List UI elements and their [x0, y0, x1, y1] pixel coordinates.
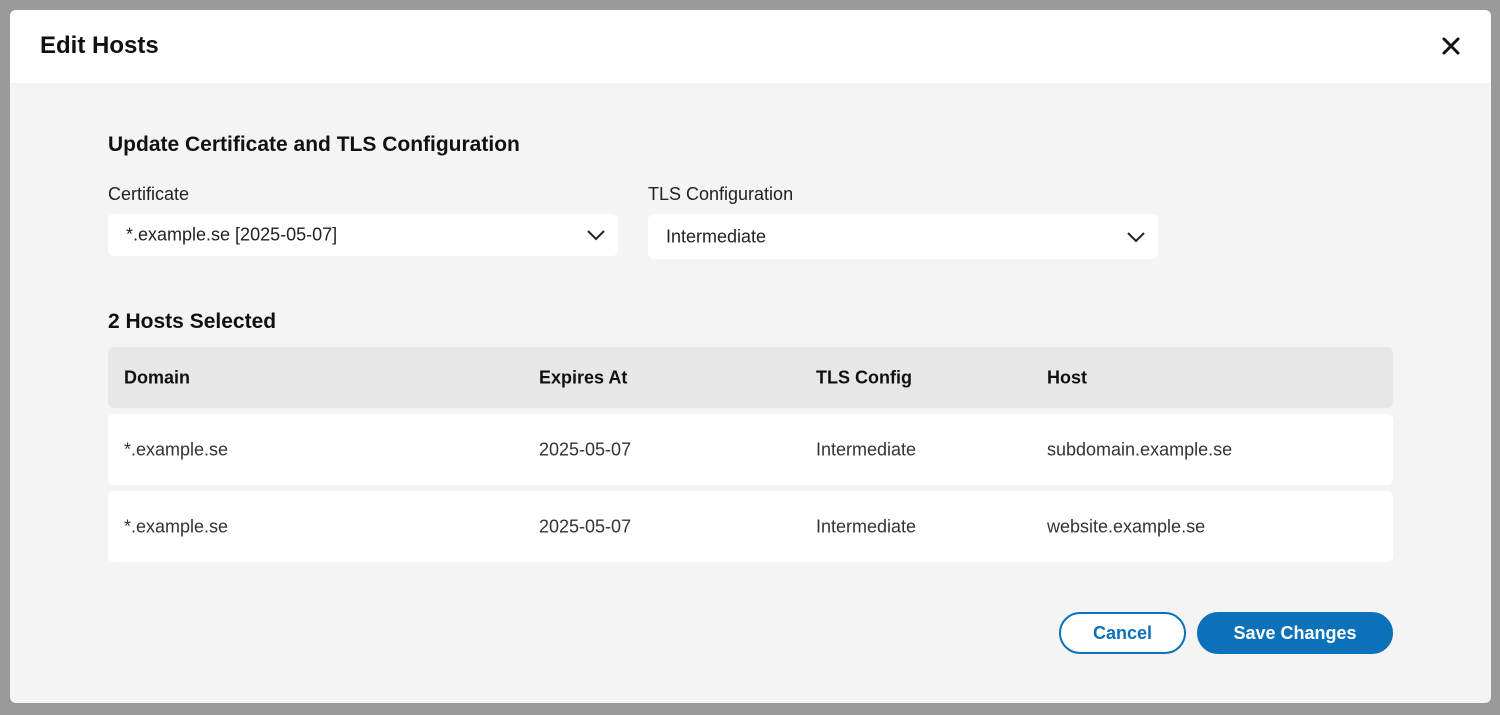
column-header-tls-config: TLS Config — [816, 367, 912, 387]
certificate-select-value: *.example.se [2025-05-07] — [126, 224, 338, 245]
dialog-header: Edit Hosts — [10, 10, 1491, 83]
save-changes-button[interactable]: Save Changes — [1197, 612, 1393, 654]
dialog-title: Edit Hosts — [40, 32, 159, 59]
edit-hosts-dialog: Edit Hosts Update Certificate and TLS Co… — [10, 10, 1491, 703]
cell-domain: *.example.se — [124, 516, 229, 536]
table-row: *.example.se 2025-05-07 Intermediate web… — [108, 491, 1393, 562]
hosts-selected-title: 2 Hosts Selected — [108, 310, 277, 333]
chevron-down-icon — [586, 225, 606, 245]
column-header-expires-at: Expires At — [539, 367, 628, 387]
cell-domain: *.example.se — [124, 439, 229, 459]
tls-configuration-select[interactable]: Intermediate — [648, 214, 1158, 259]
cell-host: website.example.se — [1047, 516, 1206, 536]
hosts-table: Domain Expires At TLS Config Host *.exam… — [108, 347, 1393, 562]
column-header-domain: Domain — [124, 367, 191, 387]
table-row: *.example.se 2025-05-07 Intermediate sub… — [108, 414, 1393, 485]
cell-expires-at: 2025-05-07 — [539, 516, 632, 536]
table-header: Domain Expires At TLS Config Host — [108, 347, 1393, 408]
cell-host: subdomain.example.se — [1047, 439, 1233, 459]
cell-expires-at: 2025-05-07 — [539, 439, 632, 459]
cancel-button[interactable]: Cancel — [1059, 612, 1186, 654]
cell-tls-config: Intermediate — [816, 516, 917, 536]
cell-tls-config: Intermediate — [816, 439, 917, 459]
chevron-down-icon — [1126, 227, 1146, 247]
certificate-label: Certificate — [108, 184, 190, 204]
tls-configuration-label: TLS Configuration — [648, 184, 794, 204]
column-header-host: Host — [1047, 367, 1087, 387]
section-title: Update Certificate and TLS Configuration — [108, 133, 520, 156]
close-icon[interactable] — [1439, 34, 1463, 58]
tls-configuration-select-value: Intermediate — [666, 226, 767, 246]
certificate-select[interactable]: *.example.se [2025-05-07] — [108, 214, 618, 256]
